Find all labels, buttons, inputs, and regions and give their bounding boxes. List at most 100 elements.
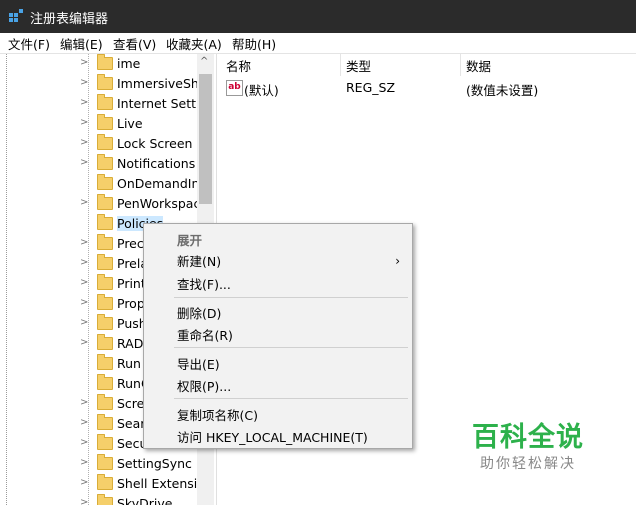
tree-item[interactable]: > Lock Screen: [0, 134, 196, 154]
tree-item-label: ImmersiveShe: [117, 76, 197, 91]
scroll-up-icon[interactable]: ^: [200, 56, 208, 67]
value-name[interactable]: (默认): [244, 80, 279, 99]
tree-item-label: Internet Settir: [117, 96, 197, 111]
tree-item-label: SettingSync: [117, 456, 192, 471]
menu-item-expand: 展开: [177, 233, 203, 248]
folder-icon: [97, 394, 113, 410]
watermark-title: 百科全说: [472, 422, 584, 453]
folder-icon: [97, 194, 113, 210]
title-bar: 注册表编辑器: [0, 0, 636, 33]
chevron-right-icon[interactable]: >: [80, 417, 88, 428]
tree-item-label: PenWorkspac: [117, 196, 197, 211]
column-divider[interactable]: [340, 54, 341, 76]
folder-icon: [97, 474, 113, 490]
column-divider[interactable]: [460, 54, 461, 76]
watermark-slogan: 助你轻松解决: [480, 456, 576, 472]
column-header-type[interactable]: 类型: [346, 56, 371, 75]
menu-separator: [174, 297, 408, 298]
folder-icon: [97, 254, 113, 270]
chevron-right-icon[interactable]: >: [80, 57, 88, 68]
tree-item[interactable]: > Notifications: [0, 154, 196, 174]
tree-item-label: ime: [117, 56, 141, 71]
watermark-logo: 百科全说 助你轻松解决: [470, 415, 600, 475]
tree-item[interactable]: > ImmersiveShe: [0, 74, 197, 94]
tree-item[interactable]: > SettingSync: [0, 454, 196, 474]
value-data: (数值未设置): [466, 83, 539, 98]
folder-icon: [97, 434, 113, 450]
folder-icon: [97, 134, 113, 150]
folder-icon: [97, 354, 113, 370]
chevron-right-icon[interactable]: >: [80, 77, 88, 88]
tree-item-label: Lock Screen: [117, 136, 193, 151]
menu-favorites[interactable]: 收藏夹(A): [166, 34, 222, 53]
chevron-right-icon[interactable]: >: [80, 137, 88, 148]
folder-icon: [97, 94, 113, 110]
string-value-icon: ab: [226, 80, 243, 96]
folder-icon: [97, 374, 113, 390]
menu-separator: [174, 398, 408, 399]
chevron-right-icon[interactable]: >: [80, 477, 88, 488]
chevron-right-icon[interactable]: >: [80, 277, 88, 288]
folder-icon: [97, 174, 113, 190]
folder-icon: [97, 114, 113, 130]
folder-icon: [97, 234, 113, 250]
menu-edit[interactable]: 编辑(E): [60, 34, 103, 53]
chevron-right-icon[interactable]: >: [80, 457, 88, 468]
column-header-data[interactable]: 数据: [466, 56, 491, 75]
chevron-right-icon[interactable]: >: [80, 237, 88, 248]
folder-icon: [97, 494, 113, 505]
menu-item-rename[interactable]: 重命名(R): [177, 325, 233, 344]
menu-help[interactable]: 帮助(H): [232, 34, 276, 53]
menu-item-find[interactable]: 查找(F)...: [177, 274, 231, 293]
tree-item[interactable]: > Live: [0, 114, 196, 134]
tree-item[interactable]: > PenWorkspac: [0, 194, 197, 214]
tree-item-label: SkyDrive: [117, 496, 173, 505]
folder-icon: [97, 274, 113, 290]
chevron-right-icon[interactable]: >: [80, 497, 88, 505]
menu-separator: [174, 347, 408, 348]
menu-item-new[interactable]: 新建(N): [177, 251, 221, 270]
menu-file[interactable]: 文件(F): [8, 34, 50, 53]
context-menu: 展开 新建(N) › 查找(F)... 删除(D) 重命名(R) 导出(E) 权…: [143, 223, 413, 449]
tree-item[interactable]: > Shell Extensio: [0, 474, 197, 494]
value-type: REG_SZ: [346, 80, 396, 95]
tree-item[interactable]: > SkyDrive: [0, 494, 196, 505]
menu-view[interactable]: 查看(V): [113, 34, 156, 53]
menu-item-visit-hklm[interactable]: 访问 HKEY_LOCAL_MACHINE(T): [177, 427, 368, 446]
folder-icon: [97, 294, 113, 310]
regedit-icon: [9, 9, 23, 22]
chevron-right-icon[interactable]: >: [80, 337, 88, 348]
tree-item-label: Notifications: [117, 156, 196, 171]
tree-item[interactable]: > Internet Settir: [0, 94, 197, 114]
tree-item[interactable]: OnDemandInt: [0, 174, 197, 194]
menu-item-export[interactable]: 导出(E): [177, 354, 220, 373]
chevron-right-icon[interactable]: >: [80, 197, 88, 208]
window-title: 注册表编辑器: [30, 12, 109, 27]
folder-icon: [97, 454, 113, 470]
folder-icon: [97, 334, 113, 350]
menu-item-copy-key-name[interactable]: 复制项名称(C): [177, 405, 258, 424]
menu-item-permissions[interactable]: 权限(P)...: [177, 376, 231, 395]
chevron-right-icon[interactable]: >: [80, 297, 88, 308]
tree-item[interactable]: > ime: [0, 54, 196, 74]
folder-icon: [97, 314, 113, 330]
scrollbar-thumb[interactable]: [199, 74, 212, 204]
chevron-right-icon[interactable]: >: [80, 257, 88, 268]
folder-icon: [97, 154, 113, 170]
menu-bar: 文件(F) 编辑(E) 查看(V) 收藏夹(A) 帮助(H): [0, 33, 636, 54]
chevron-right-icon[interactable]: >: [80, 397, 88, 408]
tree-item-label: OnDemandInt: [117, 176, 197, 191]
chevron-right-icon[interactable]: >: [80, 97, 88, 108]
folder-icon: [97, 414, 113, 430]
chevron-right-icon[interactable]: >: [80, 157, 88, 168]
column-header-name[interactable]: 名称: [226, 56, 251, 75]
chevron-right-icon[interactable]: >: [80, 437, 88, 448]
chevron-right-icon[interactable]: >: [80, 317, 88, 328]
chevron-right-icon[interactable]: >: [80, 117, 88, 128]
folder-icon: [97, 54, 113, 70]
folder-icon: [97, 74, 113, 90]
folder-icon: [97, 214, 113, 230]
tree-item-label: Shell Extensio: [117, 476, 197, 491]
menu-item-delete[interactable]: 删除(D): [177, 303, 221, 322]
submenu-arrow-icon: ›: [395, 254, 400, 268]
